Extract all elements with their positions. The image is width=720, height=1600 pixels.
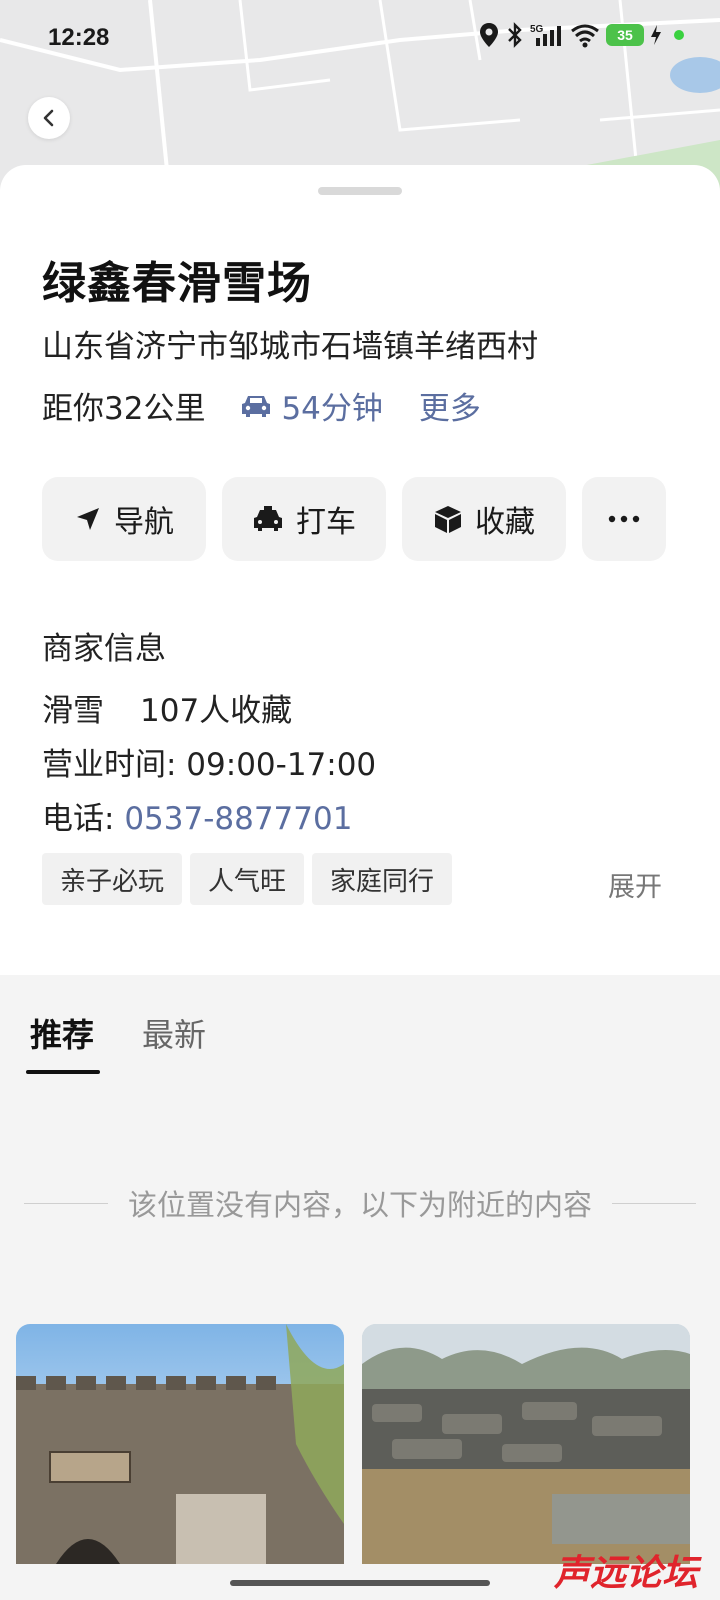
city-gate-photo [16,1324,344,1564]
sheet-drag-handle[interactable] [318,187,402,195]
business-category: 滑雪 [42,693,104,729]
favorite-button[interactable]: 收藏 [402,477,566,561]
location-icon [480,23,498,47]
phone-number-link[interactable]: 0537-8877701 [124,801,352,837]
place-address: 山东省济宁市邹城市石墙镇羊绪西村 [42,329,538,365]
privacy-dot [674,30,684,40]
nearby-post-card[interactable] [16,1324,344,1564]
tab-recommended[interactable]: 推荐 [25,1010,101,1074]
distance-row: 距你32公里 54分钟 更多 [42,383,481,428]
divider-left [24,1202,108,1204]
drive-time[interactable]: 54分钟 [239,383,383,428]
svg-text:5G: 5G [530,24,544,35]
phone-row: 电话: 0537-8877701 [42,793,352,838]
signal-5g-icon: 5G [530,24,561,46]
expand-button[interactable]: 展开 [608,865,662,904]
watermark-logo: 声远论坛 [553,1553,698,1594]
business-hours: 营业时间: 09:00-17:00 [42,747,377,783]
taxi-button[interactable]: 打车 [222,477,386,561]
content-feed: 推荐 最新 该位置没有内容，以下为附近的内容 [0,990,720,1600]
car-icon [242,395,271,417]
drive-time-label: 54分钟 [281,391,383,427]
taxi-label: 打车 [296,505,356,540]
battery-indicator: 35 [606,24,644,46]
box-icon [435,506,461,533]
navigate-button[interactable]: 导航 [42,477,206,561]
wifi-icon [571,24,599,48]
more-link[interactable]: 更多 [419,383,481,428]
home-indicator[interactable] [230,1580,490,1586]
more-actions-button[interactable] [582,477,666,561]
bluetooth-icon [508,22,522,48]
feed-tabs: 推荐 最新 [25,1010,206,1074]
business-category-row: 滑雪 107人收藏 [42,685,292,730]
status-icons: 5G 35 [478,22,684,48]
status-bar: 12:28 5G 35 [0,0,720,76]
nearby-post-card[interactable] [362,1324,690,1564]
divider-right [612,1202,697,1204]
back-button[interactable] [28,97,70,139]
tab-latest[interactable]: 最新 [142,1010,206,1070]
charging-icon [651,25,661,45]
tag-item[interactable]: 家庭同行 [312,853,453,905]
favorite-label: 收藏 [475,505,535,540]
navigate-label: 导航 [114,505,174,540]
business-info-heading: 商家信息 [42,631,166,667]
place-detail-sheet: 绿鑫春滑雪场 山东省济宁市邹城市石墙镇羊绪西村 距你32公里 54分钟 更多 导… [0,165,720,975]
tag-item[interactable]: 人气旺 [190,853,305,905]
nearby-cards [16,1324,690,1564]
more-dots-icon [608,515,640,523]
river-rocks-photo [362,1324,690,1564]
favorites-count: 107人收藏 [140,693,293,729]
taxi-icon [254,506,282,531]
phone-label: 电话: [42,801,125,837]
status-time: 12:28 [48,24,110,51]
place-title: 绿鑫春滑雪场 [42,258,312,309]
empty-notice: 该位置没有内容，以下为附近的内容 [24,1182,697,1224]
action-bar: 导航 打车 收藏 [42,477,666,561]
navigate-arrow-icon [77,508,99,530]
chevron-left-icon [43,109,54,127]
tag-list: 亲子必玩 人气旺 家庭同行 [42,853,453,905]
distance-text: 距你32公里 [42,391,206,427]
empty-notice-text: 该位置没有内容，以下为附近的内容 [128,1188,593,1222]
tag-item[interactable]: 亲子必玩 [42,853,183,905]
